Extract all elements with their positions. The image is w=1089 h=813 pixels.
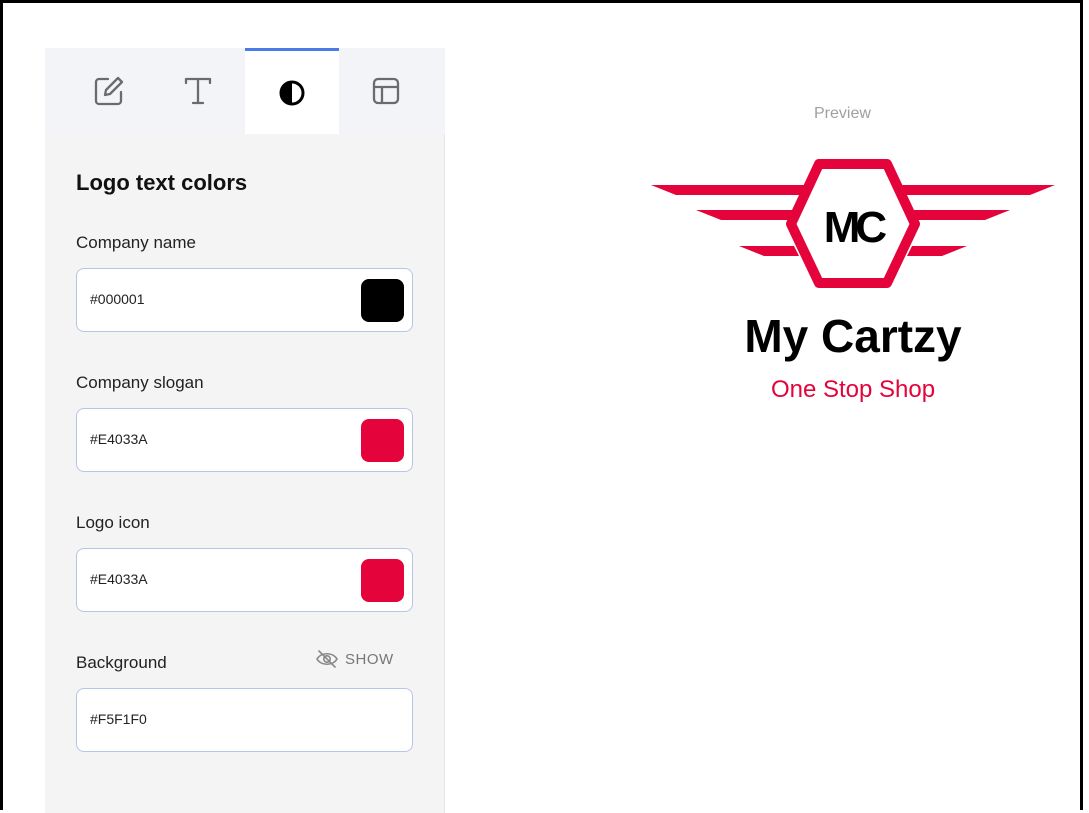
text-icon [184,77,212,105]
logo-monogram: MC [824,203,887,252]
logo-icon-field[interactable]: #E4033A [76,548,413,612]
background-field[interactable]: #F5F1F0 [76,688,413,752]
company-slogan-value[interactable]: #E4033A [90,431,148,447]
tab-bar [45,48,445,134]
preview-label: Preview [814,105,871,122]
section-title: Logo text colors [76,170,248,195]
company-name-value[interactable]: #000001 [90,291,145,307]
layout-icon [372,77,400,105]
show-label: SHOW [345,650,394,668]
app-frame: Logo text colors Company name #000001 Co… [0,0,1083,813]
logo-wing-left-top [651,185,813,195]
company-slogan-swatch[interactable] [361,419,404,462]
logo-icon-label: Logo icon [76,513,150,532]
tab-text[interactable] [151,48,245,134]
logo-wing-left-mid [696,210,803,220]
tab-colors[interactable] [245,48,339,134]
tab-edit[interactable] [62,48,156,134]
tab-layout[interactable] [339,48,433,134]
preview-company-name: My Cartzy [744,310,962,362]
edit-icon [94,76,124,106]
contrast-icon [279,80,305,105]
company-slogan-field[interactable]: #E4033A [76,408,413,472]
background-value[interactable]: #F5F1F0 [90,711,147,727]
preview-slogan: One Stop Shop [770,376,936,403]
company-name-swatch[interactable] [361,279,404,322]
company-name-field[interactable]: #000001 [76,268,413,332]
editor-panel: Logo text colors Company name #000001 Co… [45,48,445,813]
logo-wing-right-top [893,185,1055,195]
background-label: Background [76,653,167,672]
background-show-toggle[interactable]: SHOW [315,649,394,669]
logo-icon-value[interactable]: #E4033A [90,571,148,587]
logo-wing-right-bottom [907,246,967,256]
logo-icon-swatch[interactable] [361,559,404,602]
eye-off-icon [316,650,338,668]
company-name-label: Company name [76,233,197,252]
company-slogan-label: Company slogan [76,373,204,392]
logo-icon: MC [651,159,1055,288]
logo-wing-right-mid [903,210,1010,220]
logo-wing-left-bottom [739,246,799,256]
